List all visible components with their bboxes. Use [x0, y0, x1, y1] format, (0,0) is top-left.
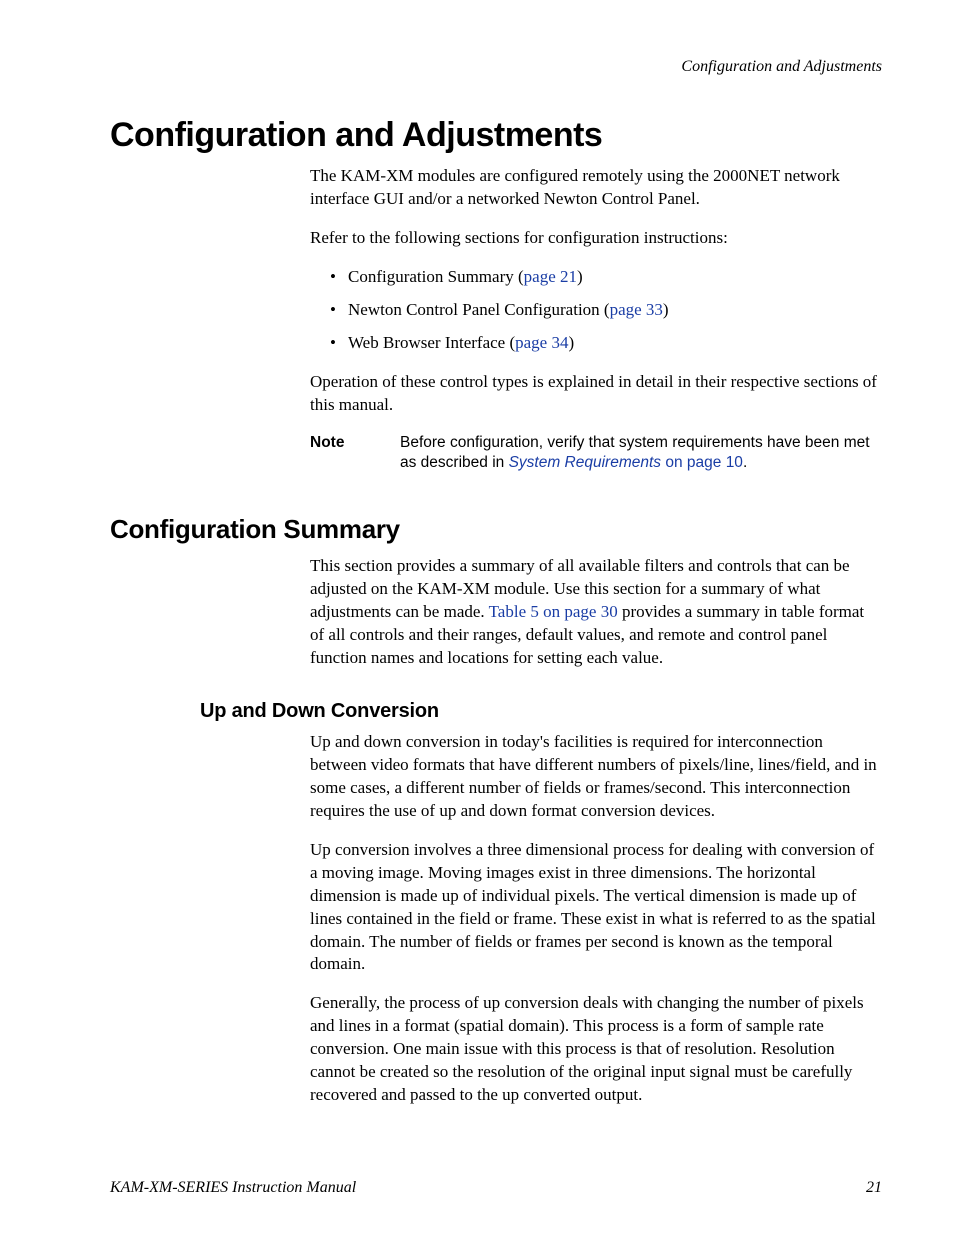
intro-paragraph-3: Operation of these control types is expl… [310, 371, 882, 417]
note-block: Note Before configuration, verify that s… [310, 433, 882, 475]
intro-paragraph-1: The KAM-XM modules are configured remote… [310, 165, 882, 211]
footer-manual-title: KAM-XM-SERIES Instruction Manual [110, 1179, 356, 1197]
system-requirements-link[interactable]: System Requirements [509, 454, 661, 471]
note-text: Before configuration, verify that system… [400, 433, 882, 475]
list-item: Web Browser Interface (page 34) [330, 332, 882, 355]
list-item-text: Configuration Summary ( [348, 267, 524, 286]
list-item: Configuration Summary (page 21) [330, 266, 882, 289]
updown-paragraph-2: Up conversion involves a three dimension… [310, 839, 882, 977]
list-item: Newton Control Panel Configuration (page… [330, 299, 882, 322]
page-link[interactable]: on page 10 [661, 454, 743, 471]
page-link[interactable]: page 34 [515, 333, 568, 352]
section-link-list: Configuration Summary (page 21) Newton C… [310, 266, 882, 355]
page-title: Configuration and Adjustments [110, 116, 882, 155]
running-header: Configuration and Adjustments [110, 58, 882, 76]
updown-paragraph-3: Generally, the process of up conversion … [310, 992, 882, 1107]
note-text-b: . [743, 454, 747, 471]
note-label: Note [310, 433, 400, 475]
list-item-text: Newton Control Panel Configuration ( [348, 300, 610, 319]
page-link[interactable]: page 33 [610, 300, 663, 319]
footer-page-number: 21 [866, 1179, 882, 1197]
config-summary-paragraph: This section provides a summary of all a… [310, 555, 882, 670]
list-item-text: Web Browser Interface ( [348, 333, 515, 352]
table-link[interactable]: Table 5 on page 30 [489, 602, 618, 621]
subsection-heading-up-down-conversion: Up and Down Conversion [200, 700, 882, 723]
updown-paragraph-1: Up and down conversion in today's facili… [310, 731, 882, 823]
list-item-close: ) [577, 267, 583, 286]
section-heading-configuration-summary: Configuration Summary [110, 514, 882, 545]
list-item-close: ) [663, 300, 669, 319]
page-link[interactable]: page 21 [524, 267, 577, 286]
intro-paragraph-2: Refer to the following sections for conf… [310, 227, 882, 250]
page-footer: KAM-XM-SERIES Instruction Manual 21 [110, 1179, 882, 1197]
list-item-close: ) [568, 333, 574, 352]
